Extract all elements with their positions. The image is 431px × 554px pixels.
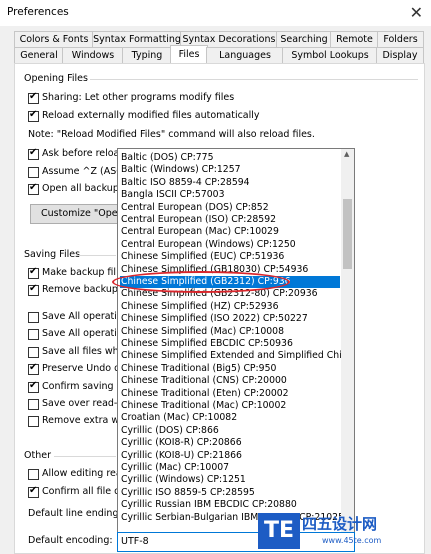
save-all-1-checkbox[interactable] xyxy=(28,312,39,323)
ask-reload-checkbox[interactable] xyxy=(28,147,39,160)
assume-checkbox[interactable] xyxy=(28,167,39,178)
make-backup-label: Make backup fil xyxy=(42,267,117,278)
scroll-thumb[interactable] xyxy=(343,199,352,269)
assume-label: Assume ^Z (ASCI xyxy=(42,166,126,177)
save-over-label: Save over read-o xyxy=(42,398,124,409)
encoding-option[interactable]: Chinese Simplified (EUC) CP:51936 xyxy=(120,251,340,263)
default-encoding-label: Default encoding: xyxy=(28,535,113,546)
customize-open-button[interactable]: Customize "Open" xyxy=(30,204,122,224)
sharing-checkbox[interactable] xyxy=(28,91,39,104)
encoding-option[interactable]: Central European (Mac) CP:10029 xyxy=(120,226,340,238)
confirm-all-label: Confirm all file d xyxy=(42,486,121,497)
saving-files-divider xyxy=(76,255,116,256)
save-all-files-checkbox[interactable] xyxy=(28,347,39,358)
save-all-1-label: Save All operatio xyxy=(42,311,123,322)
scroll-up-arrow-icon[interactable]: ▲ xyxy=(344,150,349,158)
remove-backup-checkbox[interactable] xyxy=(28,283,39,296)
encoding-option[interactable]: Central European (DOS) CP:852 xyxy=(120,202,340,214)
sharing-label: Sharing: Let other programs modify files xyxy=(42,92,235,103)
opening-files-divider xyxy=(90,79,418,80)
preserve-undo-label: Preserve Undo da xyxy=(42,363,126,374)
watermark-logo: TE xyxy=(258,513,300,549)
highlight-ellipse xyxy=(112,271,290,293)
encoding-option[interactable]: Croatian (Mac) CP:10082 xyxy=(120,412,340,424)
other-label: Other xyxy=(24,450,51,461)
save-all-2-checkbox[interactable] xyxy=(28,329,39,340)
encoding-option[interactable]: Cyrillic ISO 8859-5 CP:28595 xyxy=(120,487,340,499)
encoding-option[interactable]: Cyrillic (KOI8-R) CP:20866 xyxy=(120,437,340,449)
open-backup-checkbox[interactable] xyxy=(28,182,39,195)
make-backup-checkbox[interactable] xyxy=(28,266,39,279)
other-divider xyxy=(54,456,116,457)
encoding-option[interactable]: Chinese Traditional (CNS) CP:20000 xyxy=(120,375,340,387)
reload-checkbox[interactable] xyxy=(28,109,39,122)
default-encoding-select[interactable]: UTF-8 xyxy=(117,532,355,552)
list-scrollbar[interactable]: ▲ xyxy=(341,149,354,532)
default-line-ending-label: Default line ending: xyxy=(28,508,122,519)
confirm-saving-label: Confirm saving o xyxy=(42,381,123,392)
encoding-option[interactable]: Central European (Windows) CP:1250 xyxy=(120,239,340,251)
window-title: Preferences xyxy=(7,6,69,18)
confirm-all-checkbox[interactable] xyxy=(28,485,39,498)
encoding-option[interactable]: Cyrillic (DOS) CP:866 xyxy=(120,425,340,437)
encoding-option[interactable]: Baltic (DOS) CP:775 xyxy=(120,152,340,164)
reload-note: Note: "Reload Modified Files" command wi… xyxy=(28,129,315,140)
encoding-option[interactable]: Chinese Traditional (Mac) CP:10002 xyxy=(120,400,340,412)
save-all-2-label: Save All operatio xyxy=(42,328,123,339)
ask-reload-label: Ask before reloa xyxy=(42,148,120,159)
encoding-option[interactable]: Chinese Simplified Extended and Simplifi… xyxy=(120,350,354,362)
encoding-option[interactable]: Chinese Simplified (ISO 2022) CP:50227 xyxy=(120,313,340,325)
encoding-option[interactable]: Cyrillic (KOI8-U) CP:21866 xyxy=(120,450,340,462)
opening-files-label: Opening Files xyxy=(24,73,88,84)
remove-extra-label: Remove extra whi xyxy=(42,415,128,426)
saving-files-label: Saving Files xyxy=(24,249,81,260)
encoding-option[interactable]: Bangla ISCII CP:57003 xyxy=(120,189,340,201)
encoding-option[interactable]: Chinese Simplified (HZ) CP:52936 xyxy=(120,301,340,313)
confirm-saving-checkbox[interactable] xyxy=(28,380,39,393)
save-over-checkbox[interactable] xyxy=(28,399,39,410)
watermark-url: www.45te.com xyxy=(322,536,382,545)
reload-label: Reload externally modified files automat… xyxy=(42,110,260,121)
allow-editing-checkbox[interactable] xyxy=(28,469,39,480)
save-all-files-label: Save all files whe xyxy=(42,346,125,357)
encoding-dropdown-list[interactable]: Baltic (DOS) CP:775 Baltic (Windows) CP:1… xyxy=(117,148,355,533)
encoding-option[interactable]: Baltic (Windows) CP:1257 xyxy=(120,164,340,176)
remove-backup-label: Remove backup f xyxy=(42,284,125,295)
encoding-option[interactable]: Baltic ISO 8859-4 CP:28594 xyxy=(120,177,340,189)
open-backup-label: Open all backup f xyxy=(42,183,126,194)
preserve-undo-checkbox[interactable] xyxy=(28,362,39,375)
watermark-name: 四五设计网 xyxy=(302,515,378,533)
close-icon[interactable]: ✕ xyxy=(410,3,423,22)
allow-editing-label: Allow editing rea xyxy=(42,468,122,479)
remove-extra-checkbox[interactable] xyxy=(28,416,39,427)
tab-files[interactable]: Files xyxy=(170,45,208,65)
encoding-option[interactable]: Cyrillic (Windows) CP:1251 xyxy=(120,474,340,486)
encoding-option[interactable]: Chinese Traditional (Big5) CP:950 xyxy=(120,363,340,375)
encoding-option[interactable]: Cyrillic Russian IBM EBCDIC CP:20880 xyxy=(120,499,340,511)
encoding-option[interactable]: Chinese Simplified (Mac) CP:10008 xyxy=(120,326,340,338)
encoding-option[interactable]: Chinese Simplified EBCDIC CP:50936 xyxy=(120,338,340,350)
encoding-option[interactable]: Central European (ISO) CP:28592 xyxy=(120,214,340,226)
encoding-option[interactable]: Cyrillic (Mac) CP:10007 xyxy=(120,462,340,474)
encoding-option[interactable]: Chinese Traditional (Eten) CP:20002 xyxy=(120,388,340,400)
